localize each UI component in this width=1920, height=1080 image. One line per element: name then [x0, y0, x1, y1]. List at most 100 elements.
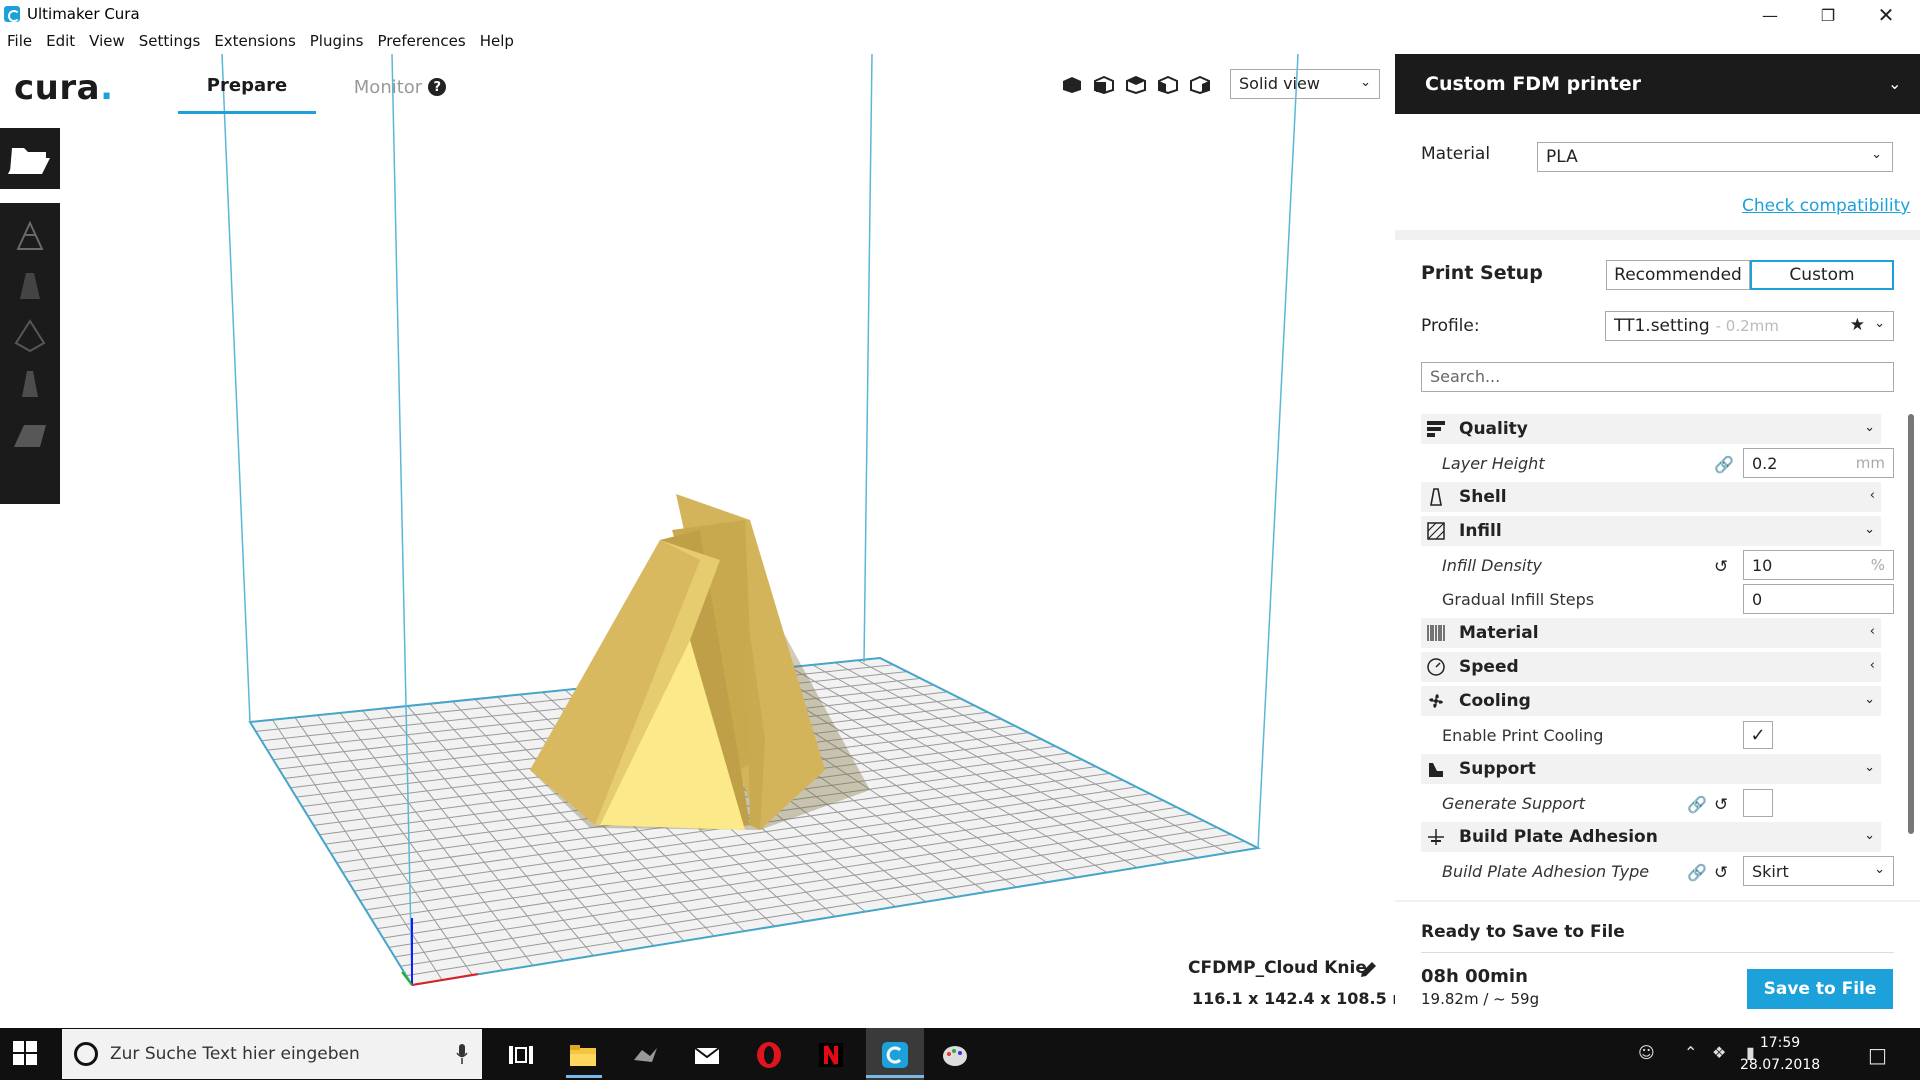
setting-infill-density: Infill Density ↺ 10% — [1421, 548, 1894, 582]
layer-height-input[interactable]: 0.2 mm — [1743, 448, 1894, 478]
category-support[interactable]: Support ⌄ — [1421, 754, 1881, 784]
menu-help[interactable]: Help — [473, 30, 521, 54]
folder-open-icon — [8, 148, 50, 174]
profile-select[interactable]: TT1.setting - 0.2mm ★ ⌄ — [1605, 311, 1894, 341]
view-left-icon[interactable] — [1158, 76, 1178, 94]
clock-time[interactable]: 17:59 — [1740, 1035, 1820, 1051]
quality-icon — [1427, 421, 1445, 437]
category-infill[interactable]: Infill ⌄ — [1421, 516, 1881, 546]
reset-icon[interactable]: ↺ — [1714, 795, 1730, 815]
view-3d-icon[interactable] — [1062, 76, 1082, 94]
star-icon[interactable]: ★ — [1850, 315, 1865, 335]
fan-icon — [1429, 694, 1443, 708]
chevron-down-icon[interactable]: ⌄ — [1888, 74, 1901, 93]
game-app-icon[interactable] — [630, 1040, 660, 1070]
recommended-mode-button[interactable]: Recommended — [1606, 260, 1750, 290]
menu-edit[interactable]: Edit — [39, 30, 82, 54]
per-model-settings-icon[interactable] — [10, 413, 50, 453]
view-top-icon[interactable] — [1126, 76, 1146, 94]
category-shell[interactable]: Shell ‹ — [1421, 482, 1881, 512]
taskbar-search[interactable]: Zur Suche Text hier eingeben — [62, 1029, 482, 1079]
ready-status: Ready to Save to File — [1421, 922, 1625, 942]
chevron-down-icon: ⌄ — [1864, 692, 1875, 707]
netflix-icon[interactable] — [816, 1040, 846, 1070]
tool-strip — [0, 203, 60, 504]
link-icon[interactable]: 🔗 — [1687, 863, 1707, 882]
windows-start-icon[interactable] — [12, 1040, 38, 1066]
menu-extensions[interactable]: Extensions — [207, 30, 302, 54]
enable-cooling-checkbox[interactable]: ✓ — [1743, 721, 1773, 749]
view-right-icon[interactable] — [1190, 76, 1210, 94]
3d-model[interactable] — [530, 494, 870, 830]
clock-date[interactable]: 28.07.2018 — [1740, 1057, 1820, 1073]
menu-settings[interactable]: Settings — [132, 30, 208, 54]
setting-layer-height: Layer Height 🔗 0.2 mm — [1421, 446, 1894, 480]
window-title: Ultimaker Cura — [27, 5, 140, 23]
build-plate-viewport[interactable] — [60, 54, 1395, 1024]
view-mode-select[interactable]: Solid view ⌄ — [1230, 69, 1380, 99]
category-adhesion[interactable]: Build Plate Adhesion ⌄ — [1421, 822, 1881, 852]
reset-icon[interactable]: ↺ — [1714, 557, 1730, 577]
support-icon — [1429, 763, 1443, 777]
reset-icon[interactable]: ↺ — [1714, 863, 1730, 883]
move-tool-icon[interactable] — [10, 215, 50, 255]
opera-icon[interactable] — [754, 1040, 784, 1070]
category-quality[interactable]: Quality ⌄ — [1421, 414, 1881, 444]
link-icon[interactable]: 🔗 — [1714, 455, 1734, 474]
custom-mode-button[interactable]: Custom — [1750, 260, 1894, 290]
tab-prepare[interactable]: Prepare — [178, 60, 316, 114]
active-indicator — [566, 1075, 602, 1078]
infill-icon — [1427, 522, 1445, 540]
chevron-down-icon: ⌄ — [1864, 760, 1875, 775]
mirror-tool-icon[interactable] — [10, 363, 50, 403]
scale-tool-icon[interactable] — [10, 265, 50, 305]
view-front-icon[interactable] — [1094, 76, 1114, 94]
profile-label: Profile: — [1421, 316, 1480, 336]
divider — [1421, 952, 1894, 953]
material-label: Material — [1421, 144, 1491, 164]
menu-view[interactable]: View — [82, 30, 132, 54]
link-icon[interactable]: 🔗 — [1687, 795, 1707, 814]
save-to-file-button[interactable]: Save to File — [1747, 969, 1893, 1009]
microphone-icon[interactable] — [456, 1043, 468, 1065]
object-name: CFDMP_Cloud Knie — [1188, 958, 1367, 978]
menu-file[interactable]: File — [0, 30, 39, 54]
material-select[interactable]: PLA ⌄ — [1537, 142, 1893, 172]
object-dimensions: 116.1 x 142.4 x 108.5 mm — [1192, 989, 1426, 1008]
gradual-infill-input[interactable]: 0 — [1743, 584, 1894, 614]
file-explorer-icon[interactable] — [568, 1040, 598, 1070]
open-file-button[interactable] — [0, 128, 60, 189]
menu-preferences[interactable]: Preferences — [371, 30, 473, 54]
tab-monitor[interactable]: Monitor? — [338, 60, 462, 114]
category-speed[interactable]: Speed ‹ — [1421, 652, 1881, 682]
category-cooling[interactable]: Cooling ⌄ — [1421, 686, 1881, 716]
settings-scrollbar[interactable] — [1908, 414, 1914, 834]
notifications-icon[interactable]: □ — [1868, 1043, 1887, 1067]
chevron-down-icon: ⌄ — [1874, 862, 1885, 877]
category-material[interactable]: Material ‹ — [1421, 618, 1881, 648]
pencil-icon[interactable] — [1358, 960, 1378, 980]
help-icon[interactable]: ? — [428, 78, 447, 96]
settings-search-input[interactable]: Search... — [1421, 362, 1894, 392]
restore-button[interactable]: ❐ — [1799, 0, 1857, 30]
dropbox-icon[interactable]: ❖ — [1712, 1043, 1726, 1062]
print-time: 08h 00min — [1421, 966, 1528, 987]
rotate-tool-icon[interactable] — [10, 315, 50, 355]
adhesion-type-select[interactable]: Skirt ⌄ — [1743, 856, 1894, 886]
chevron-down-icon: ⌄ — [1864, 420, 1875, 435]
chevron-up-icon[interactable]: ⌃ — [1684, 1043, 1697, 1062]
check-compatibility-link[interactable]: Check compatibility — [1742, 196, 1910, 216]
minimize-button[interactable]: — — [1741, 0, 1799, 30]
paint-icon[interactable] — [940, 1040, 970, 1070]
mail-icon[interactable] — [692, 1040, 722, 1070]
cura-logo: cura. — [14, 68, 114, 108]
cura-app-icon — [4, 6, 20, 22]
printer-name: Custom FDM printer — [1425, 73, 1641, 95]
menu-plugins[interactable]: Plugins — [303, 30, 371, 54]
infill-density-input[interactable]: 10% — [1743, 550, 1894, 580]
people-icon[interactable]: ☺ — [1638, 1043, 1655, 1062]
task-view-icon[interactable] — [506, 1040, 536, 1070]
generate-support-checkbox[interactable] — [1743, 789, 1773, 817]
close-button[interactable]: ✕ — [1857, 0, 1915, 30]
cura-taskbar-icon — [882, 1042, 908, 1068]
